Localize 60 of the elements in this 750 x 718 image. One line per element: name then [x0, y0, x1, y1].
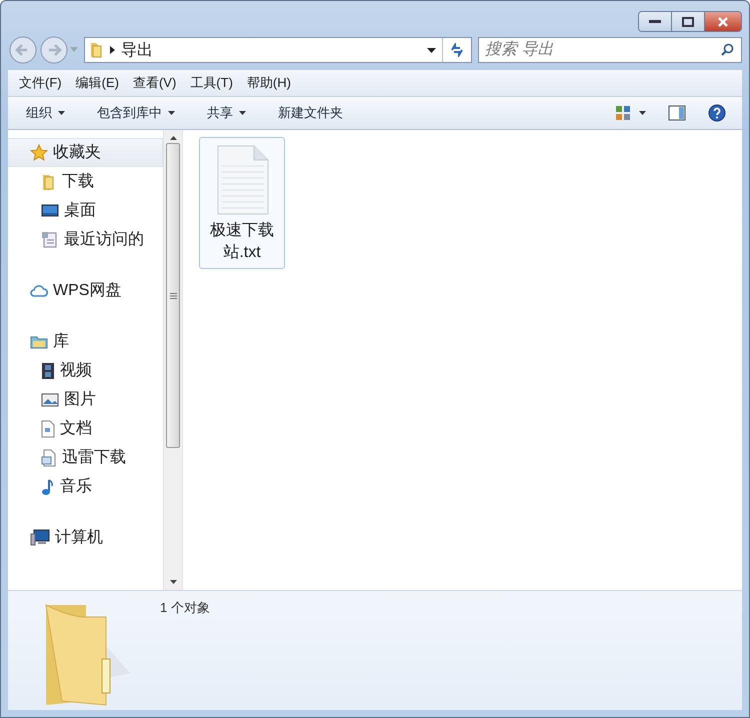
close-icon: [717, 16, 729, 26]
cloud-icon: [30, 284, 48, 298]
minimize-button[interactable]: [639, 12, 672, 31]
music-note-icon: [41, 478, 55, 496]
menu-item[interactable]: 编辑(E): [68, 72, 126, 94]
breadcrumb[interactable]: 导出: [121, 40, 153, 60]
nav-item[interactable]: 桌面: [8, 196, 163, 225]
file-name: 极速下载站.txt: [209, 220, 275, 263]
toolbar-button[interactable]: 新建文件夹: [268, 100, 353, 126]
nav-item[interactable]: WPS网盘: [8, 276, 163, 305]
library-icon: [30, 334, 48, 350]
view-options-icon[interactable]: [615, 105, 631, 121]
toolbar-button[interactable]: 组织: [16, 100, 75, 126]
nav-item[interactable]: 音乐: [8, 472, 163, 501]
picture-icon: [41, 392, 59, 408]
desktop-icon: [41, 202, 59, 218]
scrollbar[interactable]: [163, 130, 182, 590]
menu-item[interactable]: 帮助(H): [240, 72, 298, 94]
search-field[interactable]: 搜索 导出: [478, 37, 742, 63]
nav-item[interactable]: 下载: [8, 167, 163, 196]
caret-icon: [239, 111, 246, 115]
maximize-button[interactable]: [672, 12, 705, 31]
dropdown-arrow-icon[interactable]: [427, 48, 436, 52]
breadcrumb-arrow-icon[interactable]: [110, 46, 115, 54]
recent-places-icon: [41, 230, 59, 248]
file-item[interactable]: 极速下载站.txt: [199, 137, 285, 269]
nav-item[interactable]: 图片: [8, 385, 163, 414]
minimize-icon: [649, 20, 661, 24]
caret-icon[interactable]: [639, 111, 646, 115]
document-icon: [41, 420, 55, 438]
nav-item[interactable]: 视频: [8, 356, 163, 385]
nav-item[interactable]: 库: [8, 327, 163, 356]
toolbar-button[interactable]: 包含到库中: [87, 100, 185, 126]
close-button[interactable]: [705, 12, 741, 31]
address-bar[interactable]: 导出: [84, 37, 472, 63]
nav-item[interactable]: 文档: [8, 414, 163, 443]
document-icon: [41, 448, 57, 466]
scroll-up-arrow-icon[interactable]: [170, 136, 176, 140]
film-icon: [41, 362, 55, 380]
nav-item[interactable]: 最近访问的: [8, 225, 163, 254]
refresh-icon[interactable]: [449, 43, 465, 57]
toolbar-button[interactable]: 共享: [197, 100, 256, 126]
scrollbar-thumb[interactable]: [166, 143, 180, 448]
scroll-down-arrow-icon[interactable]: [170, 580, 176, 584]
preview-pane-icon[interactable]: [668, 105, 686, 121]
menu-item[interactable]: 文件(F): [12, 72, 69, 94]
menu-item[interactable]: 工具(T): [183, 72, 240, 94]
maximize-icon: [682, 16, 694, 26]
item-count-text: 1 个对象: [160, 599, 210, 617]
nav-item[interactable]: 计算机: [8, 523, 163, 552]
help-icon[interactable]: [708, 104, 726, 122]
star-icon: [30, 144, 48, 162]
computer-icon: [30, 528, 50, 546]
search-icon: [721, 43, 734, 56]
menu-item[interactable]: 查看(V): [126, 72, 184, 94]
folder-icon: [90, 42, 104, 58]
caret-icon: [58, 111, 65, 115]
nav-item[interactable]: 迅雷下载: [8, 443, 163, 472]
nav-item[interactable]: 收藏夹: [8, 138, 163, 167]
caret-icon: [168, 111, 175, 115]
